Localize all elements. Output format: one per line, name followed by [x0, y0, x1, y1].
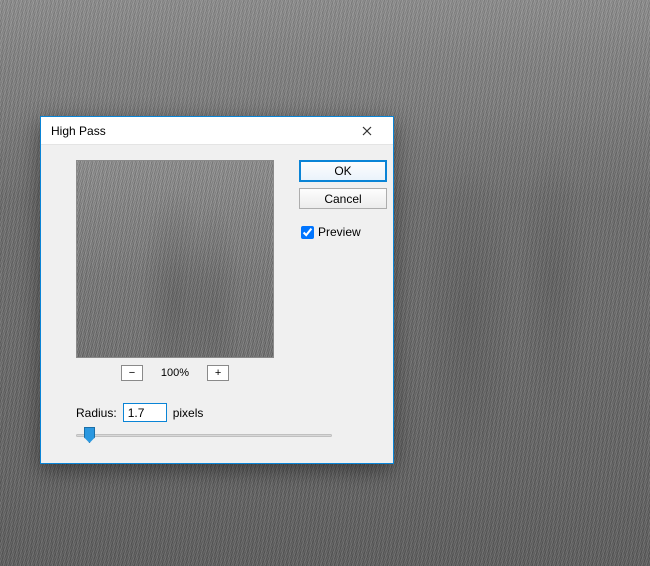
preview-checkbox[interactable] [301, 226, 314, 239]
dialog-buttons: OK Cancel Preview [299, 160, 387, 239]
zoom-out-button[interactable]: − [121, 365, 143, 381]
filter-preview[interactable] [76, 160, 274, 358]
dialog-title: High Pass [51, 124, 347, 138]
close-icon [362, 126, 372, 136]
zoom-controls: − 100% + [76, 365, 274, 381]
radius-unit: pixels [173, 406, 204, 420]
dialog-content: − 100% + OK Cancel Preview Radius: pixel… [41, 145, 393, 463]
radius-row: Radius: pixels [76, 403, 203, 422]
cancel-button[interactable]: Cancel [299, 188, 387, 209]
high-pass-dialog: High Pass − 100% + OK Cancel Preview Rad… [40, 116, 394, 464]
preview-toggle[interactable]: Preview [299, 225, 387, 239]
zoom-in-button[interactable]: + [207, 365, 229, 381]
radius-label: Radius: [76, 406, 117, 420]
slider-track [76, 434, 332, 437]
radius-input[interactable] [123, 403, 167, 422]
ok-button[interactable]: OK [299, 160, 387, 182]
dialog-titlebar[interactable]: High Pass [41, 117, 393, 145]
close-button[interactable] [347, 118, 387, 144]
zoom-level: 100% [161, 367, 189, 379]
slider-thumb[interactable] [84, 427, 95, 443]
radius-slider[interactable] [76, 427, 332, 445]
preview-label: Preview [318, 225, 361, 239]
